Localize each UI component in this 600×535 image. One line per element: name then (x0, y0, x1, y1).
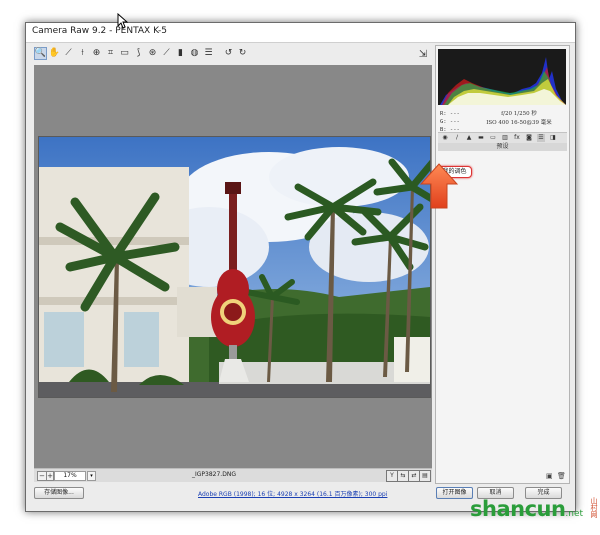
title-bar: Camera Raw 9.2 - PENTAX K-5 (26, 23, 575, 43)
exposure-info: f/20 1/250 秒 (501, 111, 537, 117)
watermark-cn: 山村网 (590, 497, 598, 518)
presets-header: 预设 (438, 143, 567, 151)
preferences-tool-icon[interactable]: ☰ (202, 47, 215, 60)
zoom-level-field[interactable]: 17% (54, 471, 86, 481)
tab-tone-curve-icon[interactable]: ∕ (453, 134, 461, 142)
fullscreen-button[interactable]: ⇲ (417, 48, 429, 60)
zoom-dropdown-icon[interactable]: ▾ (87, 471, 96, 481)
color-sampler-tool-icon[interactable]: ⟊ (76, 47, 89, 60)
tab-camera-calibration-icon[interactable]: ◙ (525, 134, 533, 142)
tab-lens-icon[interactable]: ▥ (501, 134, 509, 142)
photo-preview (38, 136, 431, 398)
crop-tool-icon[interactable]: ⌗ (104, 47, 117, 60)
tool-bar: 🔍 ✋ ⟋ ⟊ ⊕ ⌗ ▭ ⟆ ⊛ ⟋ ▮ ◍ ☰ ↺ ↻ (34, 47, 432, 63)
histogram (438, 49, 566, 105)
histogram-graph (440, 57, 566, 105)
zoom-tool-icon[interactable]: 🔍 (34, 47, 47, 60)
white-balance-tool-icon[interactable]: ⟋ (62, 47, 75, 60)
tab-hsl-icon[interactable]: ▬ (477, 134, 485, 142)
red-value: R: --- (440, 111, 460, 117)
file-name: _IGP3827.DNG (192, 471, 236, 478)
camera-raw-window: Camera Raw 9.2 - PENTAX K-5 🔍 ✋ ⟋ ⟊ ⊕ ⌗ ▭ ⟆ ⊛ ⟋ ▮ ◍… (25, 22, 576, 512)
open-image-button[interactable]: 打开图像 (436, 487, 473, 499)
watermark-brand: shancun (470, 497, 566, 521)
targeted-adjustment-tool-icon[interactable]: ⊕ (90, 47, 103, 60)
rgb-readout: R: --- G: --- B: --- (440, 110, 460, 134)
hand-tool-icon[interactable]: ✋ (48, 47, 61, 60)
tab-detail-icon[interactable]: ▲ (465, 134, 473, 142)
delete-preset-icon[interactable]: 🗑 (557, 472, 566, 480)
lens-info: ISO 400 16-50@39 毫米 (486, 120, 552, 126)
status-bar: − + 17% ▾ _IGP3827.DNG Y ⇆ ⇄ ▤ (34, 468, 432, 482)
tab-basic-icon[interactable]: ◉ (441, 134, 449, 142)
tab-presets-icon[interactable]: ☰ (537, 134, 545, 142)
save-image-button[interactable]: 存储图像... (34, 487, 84, 499)
workflow-options-link[interactable]: Adobe RGB (1998); 16 位; 4928 x 3264 (16.… (198, 489, 387, 498)
rotate-ccw-tool-icon[interactable]: ↺ (222, 47, 235, 60)
mouse-cursor-icon (117, 13, 129, 29)
watermark: shancun.net 山村网 (470, 497, 598, 521)
right-panel: R: --- G: --- B: --- f/20 1/250 秒 ISO 40… (435, 45, 570, 484)
red-eye-tool-icon[interactable]: ⊛ (146, 47, 159, 60)
radial-filter-tool-icon[interactable]: ◍ (188, 47, 201, 60)
exif-info: f/20 1/250 秒 ISO 400 16-50@39 毫米 (476, 110, 562, 128)
new-preset-icon[interactable]: ▣ (546, 472, 554, 480)
tab-snapshots-icon[interactable]: ◨ (549, 134, 557, 142)
up-arrow-icon (419, 163, 459, 209)
window-title: Camera Raw 9.2 - PENTAX K-5 (32, 26, 168, 36)
preview-settings-icon[interactable]: ▤ (419, 470, 431, 482)
adjustment-brush-tool-icon[interactable]: ⟋ (160, 47, 173, 60)
tab-fx-icon[interactable]: fx (513, 134, 521, 142)
graduated-filter-tool-icon[interactable]: ▮ (174, 47, 187, 60)
preview-canvas[interactable] (34, 65, 432, 468)
rotate-cw-tool-icon[interactable]: ↻ (236, 47, 249, 60)
green-value: G: --- (440, 119, 460, 125)
spot-removal-tool-icon[interactable]: ⟆ (132, 47, 145, 60)
straighten-tool-icon[interactable]: ▭ (118, 47, 131, 60)
tab-split-toning-icon[interactable]: ▭ (489, 134, 497, 142)
zoom-in-button[interactable]: + (46, 471, 54, 481)
photo-image (39, 137, 430, 397)
watermark-suffix: .net (565, 509, 584, 519)
